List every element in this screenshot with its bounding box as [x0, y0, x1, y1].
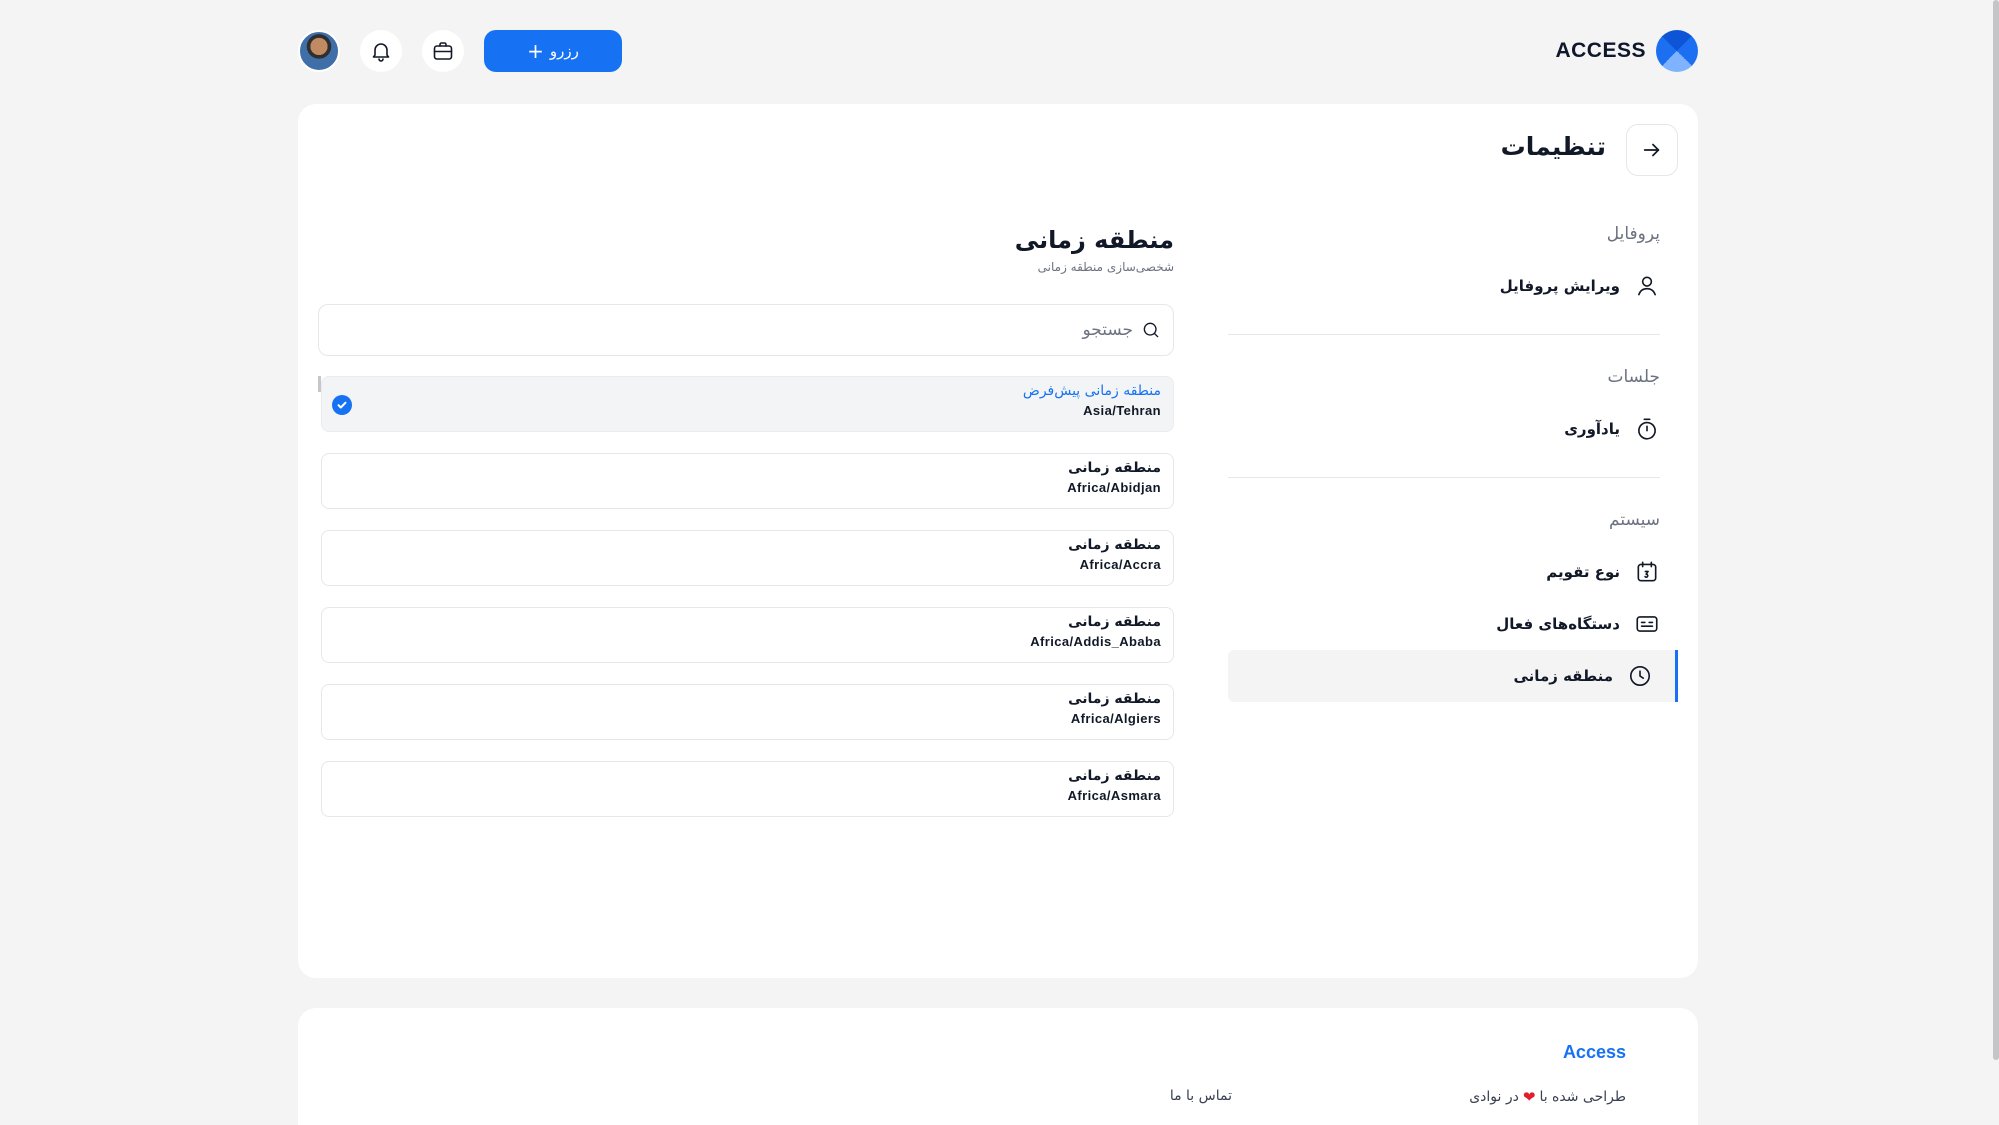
timezone-label: منطقه زمانی	[1068, 768, 1161, 784]
brand[interactable]: ACCESS	[1555, 30, 1698, 72]
top-header: ACCESS + رزرو	[298, 0, 1698, 104]
timezone-label: منطقه زمانی پیش‌فرض	[1022, 383, 1161, 399]
bell-icon	[372, 43, 390, 62]
nav-item-label: نوع تقویم	[1546, 563, 1620, 581]
reserve-button[interactable]: + رزرو	[484, 30, 622, 72]
footer-brand[interactable]: Access	[1563, 1042, 1626, 1063]
nav-item-label: ویرایش پروفایل	[1499, 277, 1620, 295]
devices-icon	[1636, 616, 1658, 632]
user-icon	[1638, 276, 1656, 296]
arrow-right-icon	[1643, 143, 1660, 157]
search-input[interactable]	[375, 320, 1133, 340]
nav-item-active-devices[interactable]: دستگاه‌های فعال	[1246, 598, 1678, 650]
timezone-label: منطقه زمانی	[1068, 460, 1161, 476]
timezone-label: منطقه زمانی	[1068, 691, 1161, 707]
timezone-name: Africa/Abidjan	[1067, 480, 1161, 495]
timezone-option[interactable]: منطقه زمانی Africa/Accra	[321, 530, 1174, 586]
timezone-option[interactable]: منطقه زمانی پیش‌فرض Asia/Tehran	[321, 376, 1174, 432]
credit-suffix: در نوادی	[1469, 1089, 1519, 1105]
bookings-button[interactable]	[422, 30, 464, 72]
avatar[interactable]	[298, 30, 340, 72]
brand-name: ACCESS	[1555, 39, 1646, 62]
search-icon	[1143, 322, 1159, 338]
briefcase-icon	[433, 42, 453, 60]
nav-section-profile: پروفایل	[1606, 224, 1660, 244]
brand-logo	[1656, 30, 1698, 72]
reserve-button-label: رزرو	[549, 42, 579, 60]
timezone-list: منطقه زمانی پیش‌فرض Asia/Tehran منطقه زم…	[318, 376, 1174, 817]
check-icon	[332, 395, 352, 415]
credit-prefix: طراحی شده با	[1539, 1089, 1626, 1105]
nav-item-label: یادآوری	[1564, 420, 1620, 438]
timezone-name: Africa/Accra	[1079, 557, 1161, 572]
timezone-name: Africa/Algiers	[1070, 711, 1161, 726]
section-subtitle: شخصی‌سازی منطقه زمانی	[1037, 260, 1174, 274]
nav-item-label: دستگاه‌های فعال	[1496, 615, 1620, 633]
timezone-label: منطقه زمانی	[1068, 614, 1161, 630]
header-actions: + رزرو	[298, 30, 622, 72]
timezone-name: Africa/Addis_Ababa	[1030, 634, 1161, 649]
footer-credit: طراحی شده با ❤ در نوادی	[1469, 1088, 1626, 1106]
nav-section-system: سیستم	[1609, 510, 1660, 530]
search-box[interactable]	[318, 304, 1174, 356]
nav-divider	[1228, 477, 1660, 478]
heart-icon: ❤	[1522, 1088, 1536, 1106]
section-title: منطقه زمانی	[1014, 226, 1174, 254]
settings-card: تنظیمات پروفایل ویرایش پروفایل جلسات یاد…	[298, 104, 1698, 978]
settings-nav: پروفایل ویرایش پروفایل جلسات یادآوری سیس…	[1228, 216, 1678, 702]
page-title: تنظیمات	[1500, 132, 1606, 161]
nav-divider	[1228, 334, 1660, 335]
timezone-name: Africa/Asmara	[1067, 788, 1161, 803]
nav-item-reminder[interactable]: یادآوری	[1246, 403, 1678, 455]
contact-link[interactable]: تماس با ما	[1170, 1088, 1232, 1104]
nav-section-meetings: جلسات	[1607, 367, 1661, 387]
nav-item-edit-profile[interactable]: ویرایش پروفایل	[1246, 260, 1678, 312]
timer-icon	[1638, 418, 1656, 440]
back-button[interactable]	[1626, 124, 1678, 176]
timezone-option[interactable]: منطقه زمانی Africa/Asmara	[321, 761, 1174, 817]
notifications-button[interactable]	[360, 30, 402, 72]
nav-item-label: منطقه زمانی	[1513, 667, 1614, 685]
footer: Access طراحی شده با ❤ در نوادی تماس با م…	[298, 1008, 1698, 1125]
timezone-name: Asia/Tehran	[1083, 403, 1161, 418]
timezone-panel: منطقه زمانی شخصی‌سازی منطقه زمانی منطقه …	[318, 226, 1174, 838]
calendar-icon	[1637, 561, 1657, 582]
timezone-option[interactable]: منطقه زمانی Africa/Algiers	[321, 684, 1174, 740]
nav-item-timezone[interactable]: منطقه زمانی	[1228, 650, 1678, 702]
page-scrollbar[interactable]	[1993, 0, 1999, 1060]
clock-icon	[1629, 665, 1651, 687]
timezone-label: منطقه زمانی	[1068, 537, 1161, 553]
timezone-option[interactable]: منطقه زمانی Africa/Abidjan	[321, 453, 1174, 509]
timezone-option[interactable]: منطقه زمانی Africa/Addis_Ababa	[321, 607, 1174, 663]
nav-item-calendar-type[interactable]: نوع تقویم	[1246, 546, 1678, 598]
plus-icon: +	[527, 39, 544, 63]
